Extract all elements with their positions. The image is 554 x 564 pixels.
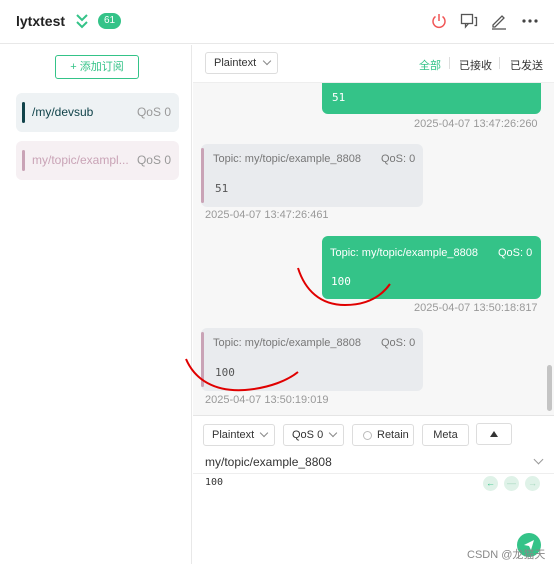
watermark: CSDN @龙猫天下 (467, 549, 546, 561)
message-pane: Plaintext 全部 已接收 已发送 51 2025-04-07 13:47… (193, 45, 554, 564)
minus-icon[interactable]: — (504, 476, 519, 491)
chevron-down-icon (328, 428, 338, 438)
sent-message: Topic: my/topic/example_8808 QoS: 0 100 (322, 236, 541, 299)
message-payload: 51 (332, 91, 346, 104)
chat-icon[interactable] (459, 11, 479, 31)
connection-name: lytxtest (16, 13, 66, 29)
chevrons-down-icon[interactable] (74, 12, 90, 30)
meta-button[interactable]: Meta (422, 424, 469, 446)
message-count-badge: 61 (98, 13, 122, 29)
message-payload: 51 (215, 182, 229, 195)
add-subscription-button[interactable]: + 添加订阅 (55, 55, 139, 79)
filter-divider (449, 57, 450, 69)
filter-received[interactable]: 已接收 (459, 57, 492, 73)
divider (193, 473, 554, 474)
more-icon[interactable] (520, 11, 540, 31)
subscription-item[interactable]: /my/devsub QoS 0 (16, 93, 179, 132)
topic-color-bar (201, 148, 204, 203)
add-subscription-label: 添加订阅 (79, 61, 124, 73)
message-qos: QoS: 0 (498, 247, 533, 259)
chevron-down-icon (262, 56, 272, 66)
chevron-down-icon[interactable] (533, 454, 544, 465)
topic-color-bar (201, 332, 204, 387)
power-icon[interactable] (429, 11, 449, 31)
message-qos: QoS: 0 (381, 153, 416, 165)
message-topic: Topic: my/topic/example_8808 (330, 247, 478, 259)
subscription-topic: /my/devsub (32, 105, 94, 119)
message-payload: 100 (215, 366, 235, 379)
message-timestamp: 2025-04-07 13:47:26:461 (205, 209, 329, 221)
arrow-left-icon[interactable]: ← (483, 476, 498, 491)
filter-divider (499, 57, 500, 69)
sent-message: 51 (322, 83, 541, 114)
message-timestamp: 2025-04-07 13:47:26:260 (414, 118, 538, 130)
message-timestamp: 2025-04-07 13:50:19:019 (205, 394, 329, 406)
meta-label: Meta (433, 429, 458, 441)
subscription-qos: QoS 0 (136, 153, 171, 167)
filter-sent[interactable]: 已发送 (510, 57, 543, 73)
publish-qos-value: QoS 0 (292, 429, 324, 441)
expand-button[interactable] (476, 423, 512, 445)
retain-radio (363, 431, 372, 440)
subscription-color-bar (22, 102, 25, 123)
message-payload: 100 (331, 275, 351, 288)
subscription-item[interactable]: my/topic/exampl... QoS 0 (16, 141, 179, 180)
triangle-up-icon (490, 431, 498, 437)
message-topic: Topic: my/topic/example_8808 (213, 337, 361, 349)
retain-toggle[interactable]: Retain (352, 424, 414, 446)
received-message: Topic: my/topic/example_8808 QoS: 0 51 (201, 144, 423, 207)
connection-header: lytxtest 61 (0, 0, 554, 44)
filter-all[interactable]: 全部 (419, 57, 441, 73)
publish-payload-editor[interactable]: 100 (205, 477, 223, 488)
message-topic: Topic: my/topic/example_8808 (213, 153, 361, 165)
subscription-sidebar: + 添加订阅 /my/devsub QoS 0 my/topic/exampl.… (0, 45, 192, 564)
received-message: Topic: my/topic/example_8808 QoS: 0 100 (201, 328, 423, 391)
payload-format-select[interactable]: Plaintext (205, 52, 278, 74)
chevron-down-icon (259, 428, 269, 438)
subscription-qos: QoS 0 (136, 105, 171, 119)
retain-label: Retain (377, 429, 409, 441)
subscription-topic: my/topic/exampl... (32, 153, 129, 167)
arrow-right-icon[interactable]: → (525, 476, 540, 491)
plus-icon: + (70, 61, 80, 73)
publish-format-value: Plaintext (212, 429, 255, 441)
publish-panel: Plaintext QoS 0 Retain Meta my/topic/exa… (193, 415, 554, 564)
publish-topic-input[interactable]: my/topic/example_8808 (205, 455, 332, 469)
subscription-color-bar (22, 150, 25, 171)
message-qos: QoS: 0 (381, 337, 416, 349)
payload-format-value: Plaintext (214, 57, 257, 69)
edit-icon[interactable] (489, 11, 509, 31)
publish-format-select[interactable]: Plaintext (203, 424, 275, 446)
message-timestamp: 2025-04-07 13:50:18:817 (414, 302, 538, 314)
message-toolbar: Plaintext 全部 已接收 已发送 (193, 45, 554, 83)
message-scrollbar[interactable] (547, 365, 552, 411)
publish-qos-select[interactable]: QoS 0 (283, 424, 344, 446)
